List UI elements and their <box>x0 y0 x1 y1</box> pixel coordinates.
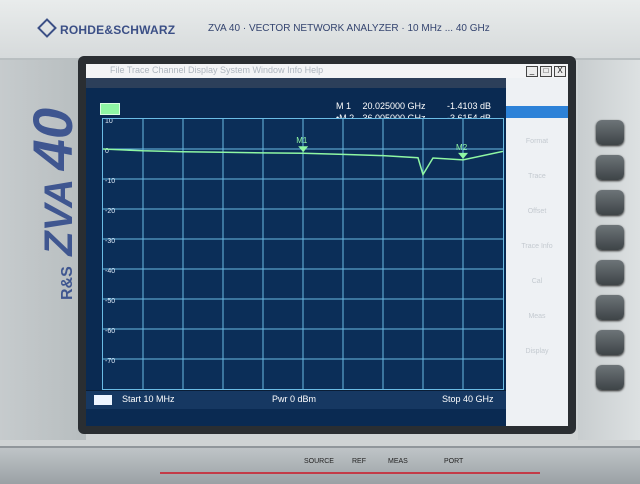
front-panel-red-line <box>160 472 540 474</box>
hardware-softkey-2[interactable] <box>596 155 624 180</box>
hardware-softkey-6[interactable] <box>596 295 624 320</box>
brand-diamond-icon <box>37 18 57 38</box>
softkey-label-1[interactable]: Format <box>514 138 560 145</box>
softkey-label-5[interactable]: Cal <box>514 278 560 285</box>
marker-1-frequency: 20.025000 GHz <box>362 101 426 111</box>
marker-1-name: M 1 <box>336 101 352 111</box>
marker-2-triangle[interactable] <box>458 152 469 159</box>
y-tick-label: 10 <box>105 119 113 125</box>
brand-name: ROHDE&SCHWARZ <box>60 23 176 37</box>
analyzer-screen: File Trace Channel Display System Window… <box>86 64 568 426</box>
y-tick-label: -10 <box>105 178 115 185</box>
active-softkey-highlight <box>506 106 568 118</box>
trace-indicator[interactable] <box>100 103 120 115</box>
hardware-softkey-8[interactable] <box>596 365 624 390</box>
model-badge: R&S ZVA 40 <box>20 108 85 300</box>
softkey-panel: Format Trace Offset Trace Info Cal Meas … <box>506 78 568 426</box>
start-frequency[interactable]: Start 10 MHz <box>122 394 175 404</box>
y-tick-label: -30 <box>105 238 115 245</box>
ref-label: REF <box>352 458 366 465</box>
meas-label: MEAS <box>388 458 408 465</box>
minimize-button[interactable]: _ <box>526 66 538 77</box>
maximize-button[interactable]: □ <box>540 66 552 77</box>
marker-row-1: M 1 20.025000 GHz -1.4103 dB <box>336 100 491 112</box>
stop-frequency[interactable]: Stop 40 GHz <box>442 394 494 404</box>
y-tick-label: -20 <box>105 208 115 215</box>
y-tick-label: -40 <box>105 268 115 275</box>
hardware-softkey-1[interactable] <box>596 120 624 145</box>
hardware-softkey-4[interactable] <box>596 225 624 250</box>
hardware-softkey-5[interactable] <box>596 260 624 285</box>
y-tick-label: -60 <box>105 328 115 335</box>
softkey-label-4[interactable]: Trace Info <box>514 243 560 250</box>
status-bar: Start 10 MHz Pwr 0 dBm Stop 40 GHz <box>86 390 506 409</box>
bottom-chip[interactable] <box>94 395 112 405</box>
softkey-label-2[interactable]: Trace <box>514 173 560 180</box>
port-label: PORT <box>444 458 464 465</box>
source-label: SOURCE <box>304 458 334 465</box>
y-tick-label: -70 <box>105 358 115 365</box>
badge-prefix: R&S <box>59 266 76 300</box>
softkey-label-7[interactable]: Display <box>514 348 560 355</box>
softkey-label-6[interactable]: Meas <box>514 313 560 320</box>
trace-selector-bar[interactable] <box>86 78 568 88</box>
instrument-title: ZVA 40 · VECTOR NETWORK ANALYZER · 10 MH… <box>208 23 490 34</box>
close-button[interactable]: X <box>554 66 566 77</box>
menu-bar[interactable]: File Trace Channel Display System Window… <box>110 65 323 75</box>
softkey-label-3[interactable]: Offset <box>514 208 560 215</box>
marker-2-label: M2 <box>456 143 468 152</box>
hardware-softkey-7[interactable] <box>596 330 624 355</box>
front-panel-strip: SOURCE REF MEAS PORT <box>0 446 640 484</box>
trace-plot[interactable]: 10 0 -10 -20 -30 -40 -50 -60 -70 M1 M2 <box>102 118 504 390</box>
badge-number: 40 <box>21 107 84 171</box>
marker-1-value: -1.4103 dB <box>447 101 492 111</box>
marker-1-label: M1 <box>296 136 308 145</box>
y-tick-label: -50 <box>105 298 115 305</box>
trace-chart[interactable]: 100-10-20-30-40-50-60-70 M1M2 <box>102 118 504 389</box>
window-title-bar: File Trace Channel Display System Window… <box>86 64 568 79</box>
brand-logo: ROHDE&SCHWARZ <box>37 18 176 38</box>
power-level[interactable]: Pwr 0 dBm <box>272 394 316 404</box>
badge-model: ZVA <box>37 178 81 256</box>
hardware-softkey-3[interactable] <box>596 190 624 215</box>
